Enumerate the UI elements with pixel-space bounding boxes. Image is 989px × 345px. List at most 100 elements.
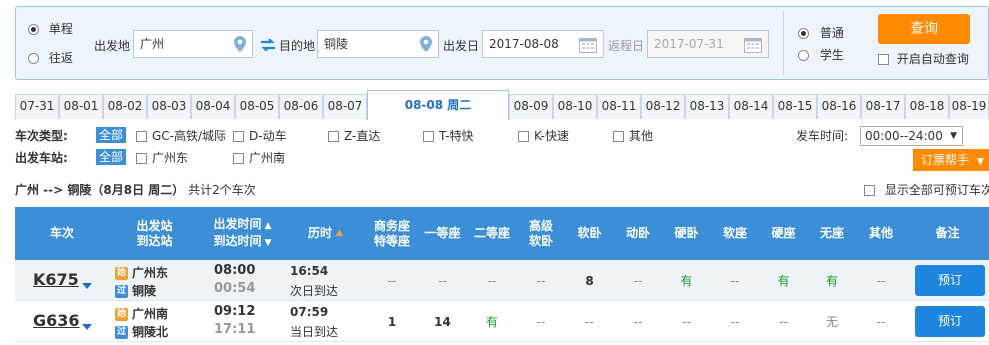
date-tab-active[interactable]: 08-08 周二 (367, 90, 509, 120)
to-value: 铜陵 (324, 37, 349, 51)
filter-station-1[interactable]: 广州东 (136, 149, 188, 166)
from-station: 始广州东 (115, 264, 168, 281)
date-tab[interactable]: 08-12 (641, 94, 685, 119)
auto-query-option[interactable]: 开启自动查询 (878, 50, 969, 67)
date-tab[interactable]: 08-05 (235, 94, 279, 119)
header-no-seat: 无座 (808, 207, 856, 260)
checkbox-icon[interactable] (423, 131, 434, 142)
depart-date-value: 2017-08-08 (489, 37, 559, 51)
date-tab[interactable]: 08-09 (509, 94, 553, 119)
header-duration[interactable]: 历时 ▲ (285, 207, 366, 260)
checkbox-icon[interactable] (136, 131, 147, 142)
return-date-input[interactable]: 2017-07-31 (647, 30, 769, 58)
header-arrive-time[interactable]: 到达时间 ▼ (213, 234, 271, 251)
date-tab[interactable]: 08-10 (553, 94, 597, 119)
filter-k-label: K-快速 (534, 129, 569, 143)
date-tab[interactable]: 07-31 (15, 94, 59, 119)
chevron-down-icon[interactable] (82, 283, 92, 289)
date-tab[interactable]: 08-11 (597, 94, 641, 119)
return-label: 返程日 (608, 39, 645, 53)
depart-time: 08:00 (214, 263, 256, 278)
passenger-normal-option[interactable]: 普通 (798, 24, 844, 41)
checkbox-icon[interactable] (613, 131, 624, 142)
checkbox-icon[interactable] (233, 131, 244, 142)
filter-station-2[interactable]: 广州南 (233, 149, 285, 166)
date-tab[interactable]: 08-15 (773, 94, 817, 119)
header-hard-sleeper-label: 硬卧 (674, 226, 699, 240)
filter-z[interactable]: Z-直达 (328, 127, 380, 144)
calendar-icon[interactable] (579, 36, 597, 53)
filter-k[interactable]: K-快速 (518, 127, 569, 144)
seat-second: 有 (485, 315, 498, 329)
trip-one-way-option[interactable]: 单程 (28, 20, 73, 37)
to-station: 过铜陵北 (115, 323, 168, 340)
filter-other[interactable]: 其他 (613, 127, 653, 144)
train-number-link[interactable]: G636 (33, 311, 80, 330)
book-button[interactable]: 预订 (915, 306, 985, 337)
passenger-normal-label: 普通 (819, 26, 844, 40)
date-tab[interactable]: 08-19 (949, 94, 989, 119)
from-station-name: 广州东 (132, 266, 169, 280)
arrive-time: 17:11 (214, 322, 256, 337)
checkbox-icon[interactable] (864, 185, 875, 196)
to-input[interactable]: 铜陵 (317, 30, 439, 58)
station-all-button[interactable]: 全部 (96, 149, 127, 165)
radio-checked-icon[interactable] (28, 24, 39, 35)
date-tab[interactable]: 08-03 (147, 94, 191, 119)
filter-gc[interactable]: GC-高铁/城际 (136, 127, 226, 144)
train-count: 共计2个车次 (188, 183, 256, 197)
train-type-all-button[interactable]: 全部 (96, 127, 127, 143)
depart-time-select[interactable]: 00:00--24:00 ▼ (860, 126, 963, 146)
checkbox-icon[interactable] (878, 54, 889, 65)
date-tab[interactable]: 08-18 (905, 94, 949, 119)
header-depart-time[interactable]: 出发时间 ▲ (213, 217, 271, 234)
date-tab[interactable]: 08-14 (729, 94, 773, 119)
date-tab[interactable]: 08-16 (817, 94, 861, 119)
date-tab[interactable]: 08-02 (103, 94, 147, 119)
date-tab[interactable]: 08-06 (279, 94, 323, 119)
show-all-option[interactable]: 显示全部可预订车次 (864, 181, 989, 198)
filter-d[interactable]: D-动车 (233, 127, 287, 144)
header-hard-sleeper: 硬卧 (662, 207, 711, 260)
checkbox-icon[interactable] (518, 131, 529, 142)
from-label: 出发地 (94, 39, 131, 53)
header-hard-seat: 硬座 (759, 207, 808, 260)
checkbox-icon[interactable] (328, 131, 339, 142)
trip-round-option[interactable]: 往返 (28, 49, 73, 66)
query-button[interactable]: 查询 (878, 14, 970, 44)
checkbox-icon[interactable] (136, 153, 147, 164)
train-number-link[interactable]: K675 (33, 270, 79, 289)
date-tab[interactable]: 08-17 (861, 94, 905, 119)
depart-time: 09:12 (214, 304, 256, 319)
train-type-label: 车次类型: (15, 129, 68, 143)
date-tab[interactable]: 08-07 (323, 94, 367, 119)
radio-checked-icon[interactable] (798, 28, 809, 39)
date-tab[interactable]: 08-01 (59, 94, 103, 119)
swap-icon[interactable] (260, 39, 276, 51)
checkbox-icon[interactable] (233, 153, 244, 164)
to-station: 过铜陵 (115, 282, 156, 299)
passenger-student-option[interactable]: 学生 (798, 46, 844, 63)
radio-icon[interactable] (798, 50, 809, 61)
header-time[interactable]: 出发时间 ▲ 到达时间 ▼ (200, 207, 285, 260)
filter-gc-label: GC-高铁/城际 (152, 129, 227, 143)
depart-date-input[interactable]: 2017-08-08 (482, 30, 604, 58)
radio-icon[interactable] (28, 53, 39, 64)
book-button[interactable]: 预订 (915, 265, 985, 296)
calendar-icon[interactable] (744, 36, 762, 53)
seat-soft-sleeper: -- (585, 314, 594, 329)
filter-t[interactable]: T-特快 (423, 127, 474, 144)
header-train: 车次 (15, 207, 109, 260)
header-other-label: 其他 (868, 226, 893, 240)
table-row: K675 始广州东 过铜陵 08:00 00:54 16:54 次日到达 -- … (15, 260, 989, 301)
from-input[interactable]: 广州 (133, 30, 253, 58)
chevron-down-icon[interactable] (82, 324, 92, 330)
header-duration-label: 历时 (308, 226, 333, 240)
date-tab[interactable]: 08-13 (685, 94, 729, 119)
date-tab[interactable]: 08-04 (191, 94, 235, 119)
booking-helper-button[interactable]: 订票帮手 ▼ (913, 149, 989, 171)
route-summary: 广州 --> 铜陵（8月8日 周二） 共计2个车次 (15, 181, 256, 198)
search-panel: 单程 往返 出发地 广州 目的地 铜陵 出发日 2017-08-08 返程日 2… (15, 6, 989, 80)
seat-moving-sleeper: -- (633, 314, 643, 329)
seat-hard-seat: -- (779, 314, 788, 329)
